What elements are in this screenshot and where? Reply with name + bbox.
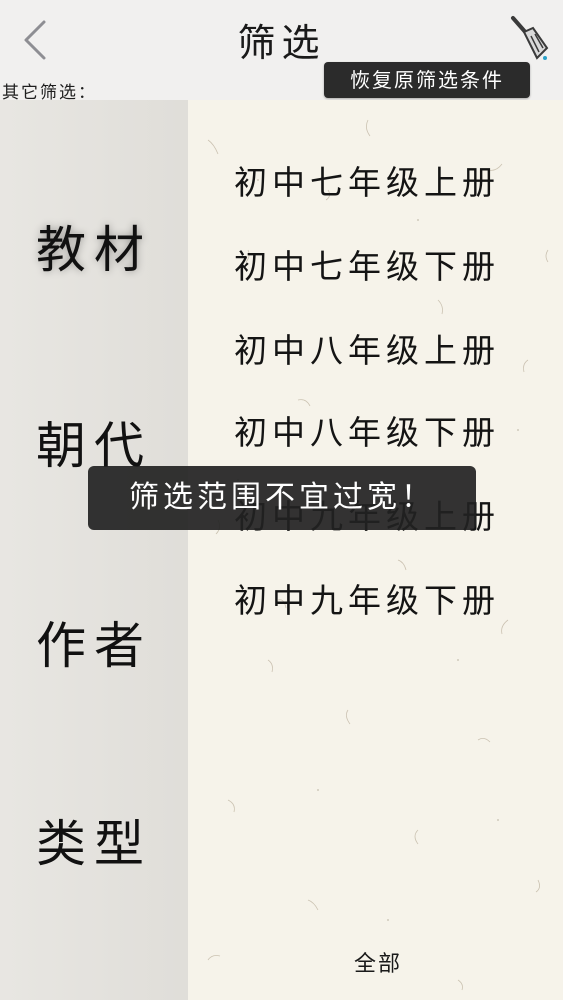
options-panel: 初中七年级上册 初中七年级下册 初中八年级上册 初中八年级下册 初中九年级上册 …	[188, 100, 563, 1000]
paper-texture	[207, 119, 549, 991]
category-type[interactable]: 类型	[0, 804, 188, 876]
option-grade9-vol2[interactable]: 初中九年级下册	[234, 574, 524, 622]
restore-filter-button[interactable]: 恢复原筛选条件	[324, 62, 530, 98]
option-grade7-vol2[interactable]: 初中七年级下册	[234, 240, 524, 288]
category-sidebar: 教材 朝代 作者 类型	[0, 100, 188, 1000]
clear-filter-button[interactable]	[509, 14, 549, 60]
page-title: 筛选	[237, 21, 326, 65]
all-button[interactable]: 全部	[338, 946, 418, 978]
top-bar: 筛选 其它筛选： 恢复原筛选条件	[0, 0, 563, 103]
option-grade7-vol1[interactable]: 初中七年级上册	[234, 156, 524, 204]
broom-icon	[511, 16, 549, 60]
option-grade8-vol1[interactable]: 初中八年级上册	[234, 324, 524, 372]
category-author[interactable]: 作者	[0, 606, 188, 678]
category-textbook[interactable]: 教材	[0, 210, 188, 282]
filter-screen: 筛选 其它筛选： 恢复原筛选条件 教材 朝代 作者 类型 初中七年级上册 初中七…	[0, 0, 563, 1000]
toast-message: 筛选范围不宜过宽！	[88, 466, 476, 530]
option-grade8-vol2[interactable]: 初中八年级下册	[234, 406, 524, 454]
